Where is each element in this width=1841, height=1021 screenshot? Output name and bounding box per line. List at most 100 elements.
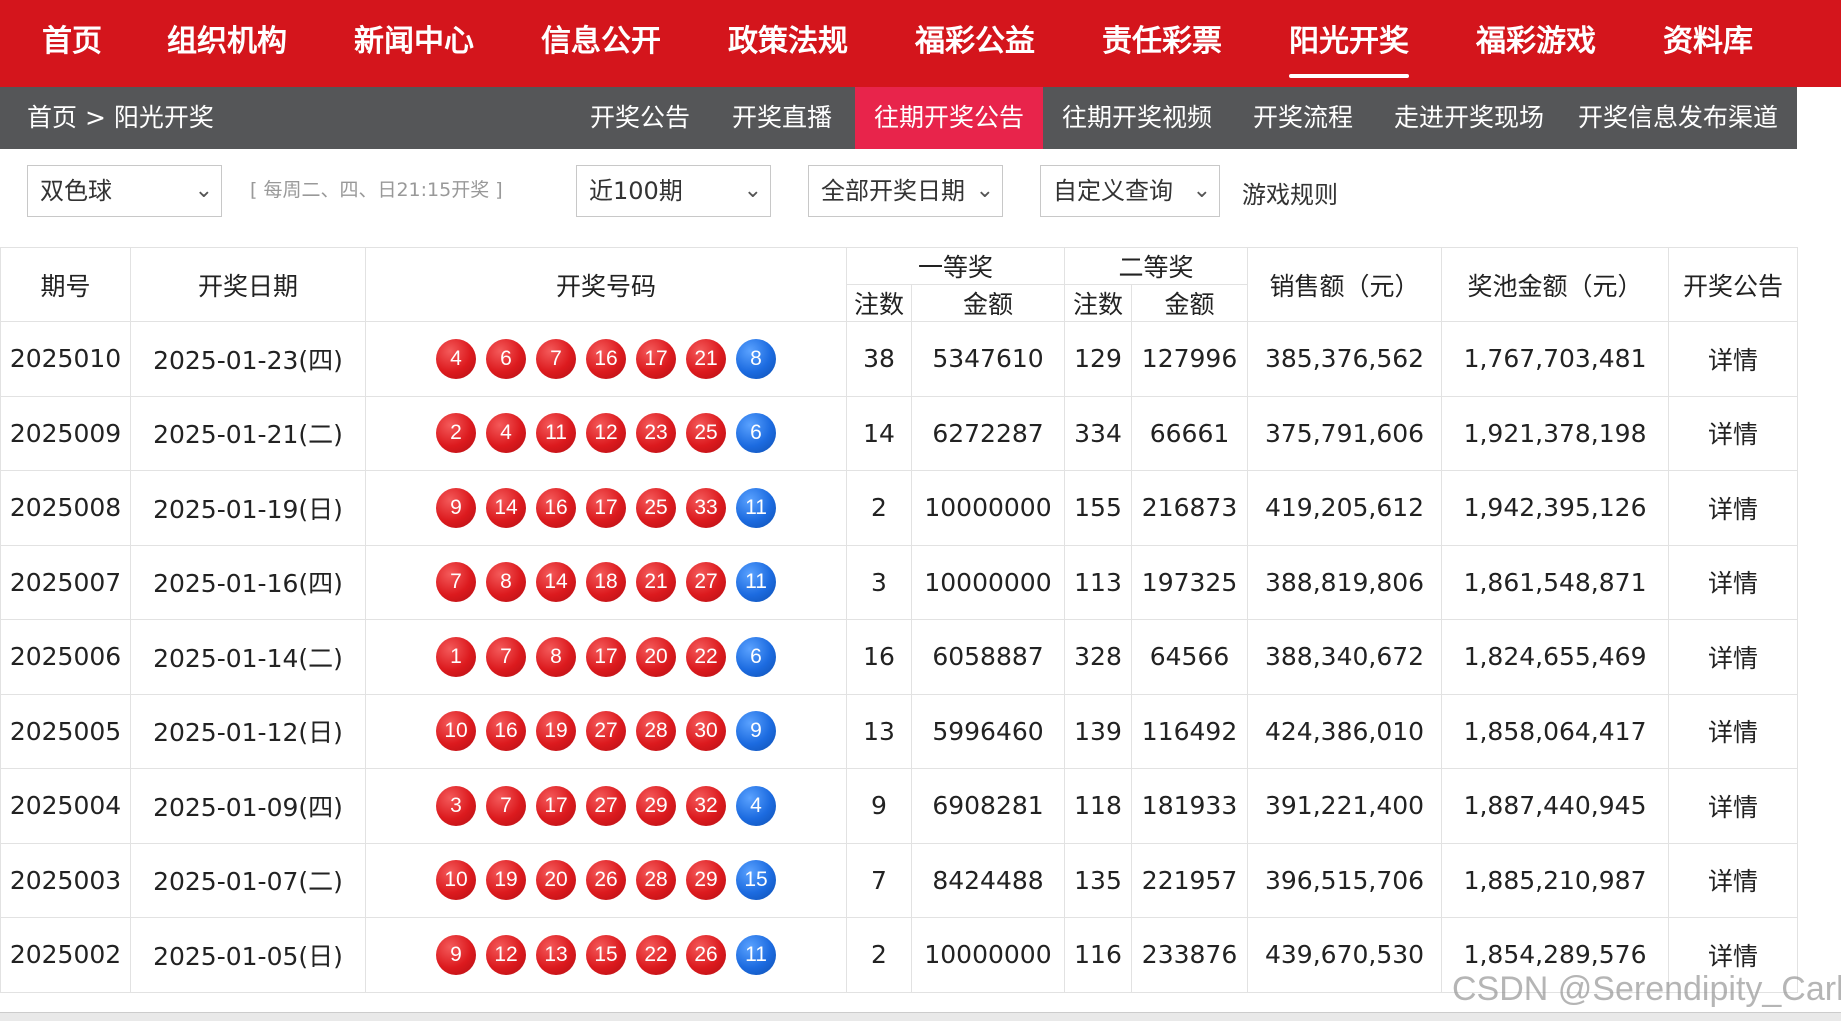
tab-release-channels[interactable]: 开奖信息发布渠道 bbox=[1573, 87, 1783, 149]
custom-query-select[interactable]: 自定义查询 ⌄ bbox=[1040, 165, 1220, 217]
first-prize-amount: 6908281 bbox=[910, 768, 1066, 844]
detail-link[interactable]: 详情 bbox=[1668, 842, 1799, 918]
pool-cell: 1,858,064,417 bbox=[1441, 693, 1670, 769]
nav-sunshine-draw[interactable]: 阳光开奖 bbox=[1289, 0, 1409, 87]
nav-policy[interactable]: 政策法规 bbox=[728, 0, 848, 87]
blue-ball: 11 bbox=[736, 487, 776, 528]
header-numbers: 开奖号码 bbox=[365, 247, 847, 322]
red-ball: 7 bbox=[536, 338, 576, 379]
date-select[interactable]: 全部开奖日期 ⌄ bbox=[808, 165, 1003, 217]
pool-cell: 1,887,440,945 bbox=[1441, 768, 1670, 844]
issue-cell: 2025002 bbox=[0, 917, 131, 993]
red-ball: 6 bbox=[486, 338, 526, 379]
sales-cell: 396,515,706 bbox=[1247, 842, 1443, 918]
nav-disclosure[interactable]: 信息公开 bbox=[541, 0, 661, 87]
tab-past-announcements[interactable]: 往期开奖公告 bbox=[855, 87, 1043, 149]
red-ball: 12 bbox=[486, 934, 526, 975]
sales-cell: 391,221,400 bbox=[1247, 768, 1443, 844]
date-cell: 2025-01-21(二) bbox=[130, 395, 366, 471]
detail-link[interactable]: 详情 bbox=[1668, 619, 1799, 695]
game-rules-link[interactable]: 游戏规则 bbox=[1242, 175, 1338, 210]
detail-link[interactable]: 详情 bbox=[1668, 321, 1799, 397]
issue-cell: 2025008 bbox=[0, 470, 131, 546]
watermark: CSDN @Serendipity_Carl bbox=[1452, 970, 1841, 1008]
nav-organization[interactable]: 组织机构 bbox=[167, 0, 287, 87]
ball-group: 10 16 19 27 28 30 9 bbox=[367, 711, 846, 752]
blue-ball: 8 bbox=[736, 338, 776, 379]
red-ball: 19 bbox=[536, 711, 576, 752]
game-select[interactable]: 双色球 ⌄ bbox=[27, 165, 222, 217]
red-ball: 29 bbox=[686, 860, 726, 901]
second-prize-amount: 127996 bbox=[1131, 321, 1249, 397]
period-select[interactable]: 近100期 ⌄ bbox=[576, 165, 771, 217]
nav-games[interactable]: 福彩游戏 bbox=[1476, 0, 1596, 87]
red-ball: 28 bbox=[636, 860, 676, 901]
second-prize-amount: 221957 bbox=[1131, 842, 1249, 918]
pool-cell: 1,767,703,481 bbox=[1441, 321, 1670, 397]
second-prize-amount: 216873 bbox=[1131, 470, 1249, 546]
custom-query-value: 自定义查询 bbox=[1053, 177, 1173, 205]
nav-library[interactable]: 资料库 bbox=[1663, 0, 1753, 87]
header-second-count: 注数 bbox=[1064, 284, 1133, 322]
header-first-amount: 金额 bbox=[910, 284, 1066, 322]
red-ball: 8 bbox=[536, 636, 576, 677]
ball-group: 9 12 13 15 22 26 11 bbox=[367, 934, 846, 975]
red-ball: 11 bbox=[536, 413, 576, 454]
red-ball: 1 bbox=[436, 636, 476, 677]
red-ball: 9 bbox=[436, 487, 476, 528]
issue-cell: 2025005 bbox=[0, 693, 131, 769]
red-ball: 27 bbox=[586, 785, 626, 826]
detail-link[interactable]: 详情 bbox=[1668, 693, 1799, 769]
issue-cell: 2025004 bbox=[0, 768, 131, 844]
first-prize-amount: 10000000 bbox=[910, 470, 1066, 546]
detail-link[interactable]: 详情 bbox=[1668, 768, 1799, 844]
first-prize-count: 2 bbox=[846, 470, 912, 546]
blue-ball: 15 bbox=[736, 860, 776, 901]
tab-draw-venue[interactable]: 走进开奖现场 bbox=[1387, 87, 1551, 149]
tab-draw-live[interactable]: 开奖直播 bbox=[720, 87, 844, 149]
breadcrumb-home[interactable]: 首页 bbox=[27, 103, 77, 132]
red-ball: 22 bbox=[636, 934, 676, 975]
red-ball: 26 bbox=[686, 934, 726, 975]
detail-link[interactable]: 详情 bbox=[1668, 395, 1799, 471]
first-prize-amount: 6272287 bbox=[910, 395, 1066, 471]
red-ball: 30 bbox=[686, 711, 726, 752]
detail-link[interactable]: 详情 bbox=[1668, 544, 1799, 620]
tab-draw-process[interactable]: 开奖流程 bbox=[1241, 87, 1365, 149]
nav-welfare[interactable]: 福彩公益 bbox=[915, 0, 1035, 87]
game-select-value: 双色球 bbox=[40, 177, 112, 205]
table-row: 2025006 2025-01-14(二) 1 7 8 17 20 22 6 16 6058887 3… bbox=[0, 619, 1799, 695]
red-ball: 16 bbox=[586, 338, 626, 379]
red-ball: 21 bbox=[636, 562, 676, 603]
first-prize-amount: 8424488 bbox=[910, 842, 1066, 918]
tab-draw-announcement[interactable]: 开奖公告 bbox=[578, 87, 702, 149]
red-ball: 15 bbox=[586, 934, 626, 975]
pool-cell: 1,861,548,871 bbox=[1441, 544, 1670, 620]
red-ball: 14 bbox=[536, 562, 576, 603]
red-ball: 33 bbox=[686, 487, 726, 528]
second-prize-count: 129 bbox=[1064, 321, 1133, 397]
tab-past-videos[interactable]: 往期开奖视频 bbox=[1055, 87, 1219, 149]
nav-news[interactable]: 新闻中心 bbox=[354, 0, 474, 87]
ball-group: 10 19 20 26 28 29 15 bbox=[367, 860, 846, 901]
red-ball: 7 bbox=[436, 562, 476, 603]
horizontal-scrollbar[interactable] bbox=[0, 1012, 1841, 1021]
nav-responsible-lottery[interactable]: 责任彩票 bbox=[1102, 0, 1222, 87]
red-ball: 3 bbox=[436, 785, 476, 826]
date-select-value: 全部开奖日期 bbox=[821, 177, 965, 205]
table-row: 2025008 2025-01-19(日) 9 14 16 17 25 33 11 2 100000… bbox=[0, 470, 1799, 546]
nav-home[interactable]: 首页 bbox=[42, 0, 102, 87]
red-ball: 12 bbox=[586, 413, 626, 454]
ball-group: 3 7 17 27 29 32 4 bbox=[367, 785, 846, 826]
sales-cell: 375,791,606 bbox=[1247, 395, 1443, 471]
sales-cell: 424,386,010 bbox=[1247, 693, 1443, 769]
red-ball: 28 bbox=[636, 711, 676, 752]
chevron-down-icon: ⌄ bbox=[194, 178, 213, 203]
numbers-cell: 9 14 16 17 25 33 11 bbox=[365, 470, 847, 546]
red-ball: 16 bbox=[536, 487, 576, 528]
red-ball: 14 bbox=[486, 487, 526, 528]
sales-cell: 439,670,530 bbox=[1247, 917, 1443, 993]
detail-link[interactable]: 详情 bbox=[1668, 470, 1799, 546]
first-prize-amount: 10000000 bbox=[910, 544, 1066, 620]
date-cell: 2025-01-12(日) bbox=[130, 693, 366, 769]
